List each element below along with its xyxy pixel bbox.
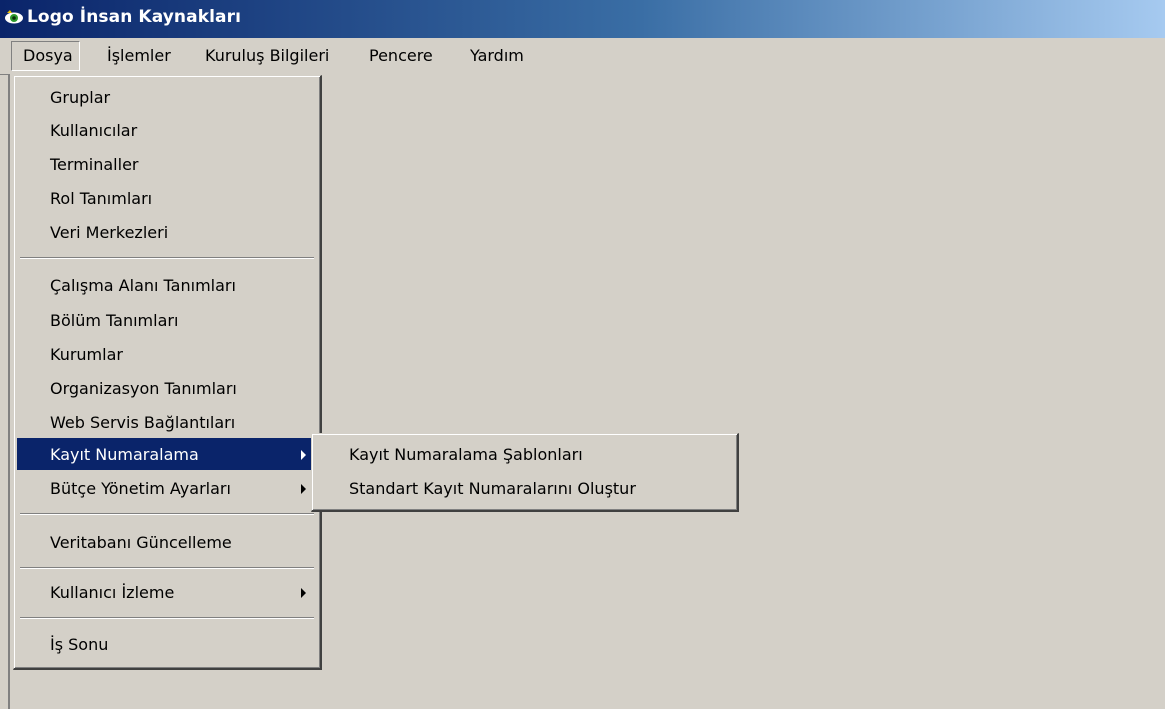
menu-item-label: Terminaller bbox=[50, 155, 139, 174]
menu-item-butce-yonetim-ayarlari[interactable]: Bütçe Yönetim Ayarları bbox=[17, 472, 317, 505]
menu-item-label: İş Sonu bbox=[50, 635, 109, 654]
menu-item-veri-merkezleri[interactable]: Veri Merkezleri bbox=[17, 216, 317, 249]
submenu-arrow-icon bbox=[301, 588, 306, 598]
menu-item-calisma-alani-tanimlari[interactable]: Çalışma Alanı Tanımları bbox=[17, 269, 317, 302]
submenu-arrow-icon bbox=[301, 450, 306, 460]
title-bar[interactable]: Logo İnsan Kaynakları bbox=[0, 0, 1165, 38]
menu-item-label: Kayıt Numaralama bbox=[50, 445, 199, 464]
menu-item-kurumlar[interactable]: Kurumlar bbox=[17, 338, 317, 371]
menu-item-label: Web Servis Bağlantıları bbox=[50, 413, 236, 432]
menu-bar: Dosya İşlemler Kuruluş Bilgileri Pencere… bbox=[0, 38, 1165, 75]
submenu-arrow-icon bbox=[301, 484, 306, 494]
menu-item-label: Kullanıcı İzleme bbox=[50, 583, 175, 602]
menu-item-label: Bütçe Yönetim Ayarları bbox=[50, 479, 231, 498]
submenu-item-label: Kayıt Numaralama Şablonları bbox=[349, 445, 583, 464]
menu-item-kayit-numaralama[interactable]: Kayıt Numaralama bbox=[17, 438, 317, 470]
menu-item-label: Veritabanı Güncelleme bbox=[50, 533, 232, 552]
menu-item-web-servis-baglantilari[interactable]: Web Servis Bağlantıları bbox=[17, 406, 317, 439]
menu-item-terminaller[interactable]: Terminaller bbox=[17, 148, 317, 181]
menu-item-label: Kullanıcılar bbox=[50, 121, 138, 140]
menu-item-organizasyon-tanimlari[interactable]: Organizasyon Tanımları bbox=[17, 372, 317, 405]
menu-item-kullanici-izleme[interactable]: Kullanıcı İzleme bbox=[17, 576, 317, 609]
kayit-numaralama-submenu: Kayıt Numaralama Şablonları Standart Kay… bbox=[311, 433, 739, 512]
submenu-item-kayit-numaralama-sablonlari[interactable]: Kayıt Numaralama Şablonları bbox=[315, 438, 734, 471]
menu-separator bbox=[20, 257, 314, 259]
menu-yardim[interactable]: Yardım bbox=[470, 46, 524, 66]
menu-item-label: Organizasyon Tanımları bbox=[50, 379, 237, 398]
menu-item-kullanicilar[interactable]: Kullanıcılar bbox=[17, 114, 317, 147]
menu-dosya[interactable]: Dosya bbox=[11, 41, 80, 71]
logo-eye-icon bbox=[5, 10, 23, 24]
menu-pencere[interactable]: Pencere bbox=[369, 46, 433, 66]
application-window: Logo İnsan Kaynakları Dosya İşlemler Kur… bbox=[0, 0, 1165, 709]
menu-item-veritabani-guncelleme[interactable]: Veritabanı Güncelleme bbox=[17, 526, 317, 559]
menu-item-is-sonu[interactable]: İş Sonu bbox=[17, 628, 317, 661]
window-title: Logo İnsan Kaynakları bbox=[27, 7, 242, 27]
menu-separator bbox=[20, 513, 314, 515]
menu-item-label: Gruplar bbox=[50, 88, 111, 107]
menu-item-label: Veri Merkezleri bbox=[50, 223, 169, 242]
submenu-item-label: Standart Kayıt Numaralarını Oluştur bbox=[349, 479, 636, 498]
menu-islemler[interactable]: İşlemler bbox=[107, 46, 171, 66]
submenu-item-standart-kayit-numaralarini-olustur[interactable]: Standart Kayıt Numaralarını Oluştur bbox=[315, 472, 734, 505]
menu-separator bbox=[20, 567, 314, 569]
menu-item-label: Bölüm Tanımları bbox=[50, 311, 179, 330]
menu-item-label: Rol Tanımları bbox=[50, 189, 153, 208]
menu-item-label: Çalışma Alanı Tanımları bbox=[50, 276, 236, 295]
menu-kurulus-bilgileri[interactable]: Kuruluş Bilgileri bbox=[205, 46, 329, 66]
menu-item-label: Kurumlar bbox=[50, 345, 123, 364]
dosya-dropdown-menu: Gruplar Kullanıcılar Terminaller Rol Tan… bbox=[13, 75, 322, 670]
menu-item-rol-tanimlari[interactable]: Rol Tanımları bbox=[17, 182, 317, 215]
menu-separator bbox=[20, 617, 314, 619]
menu-item-bolum-tanimlari[interactable]: Bölüm Tanımları bbox=[17, 304, 317, 337]
menu-item-gruplar[interactable]: Gruplar bbox=[17, 81, 317, 114]
